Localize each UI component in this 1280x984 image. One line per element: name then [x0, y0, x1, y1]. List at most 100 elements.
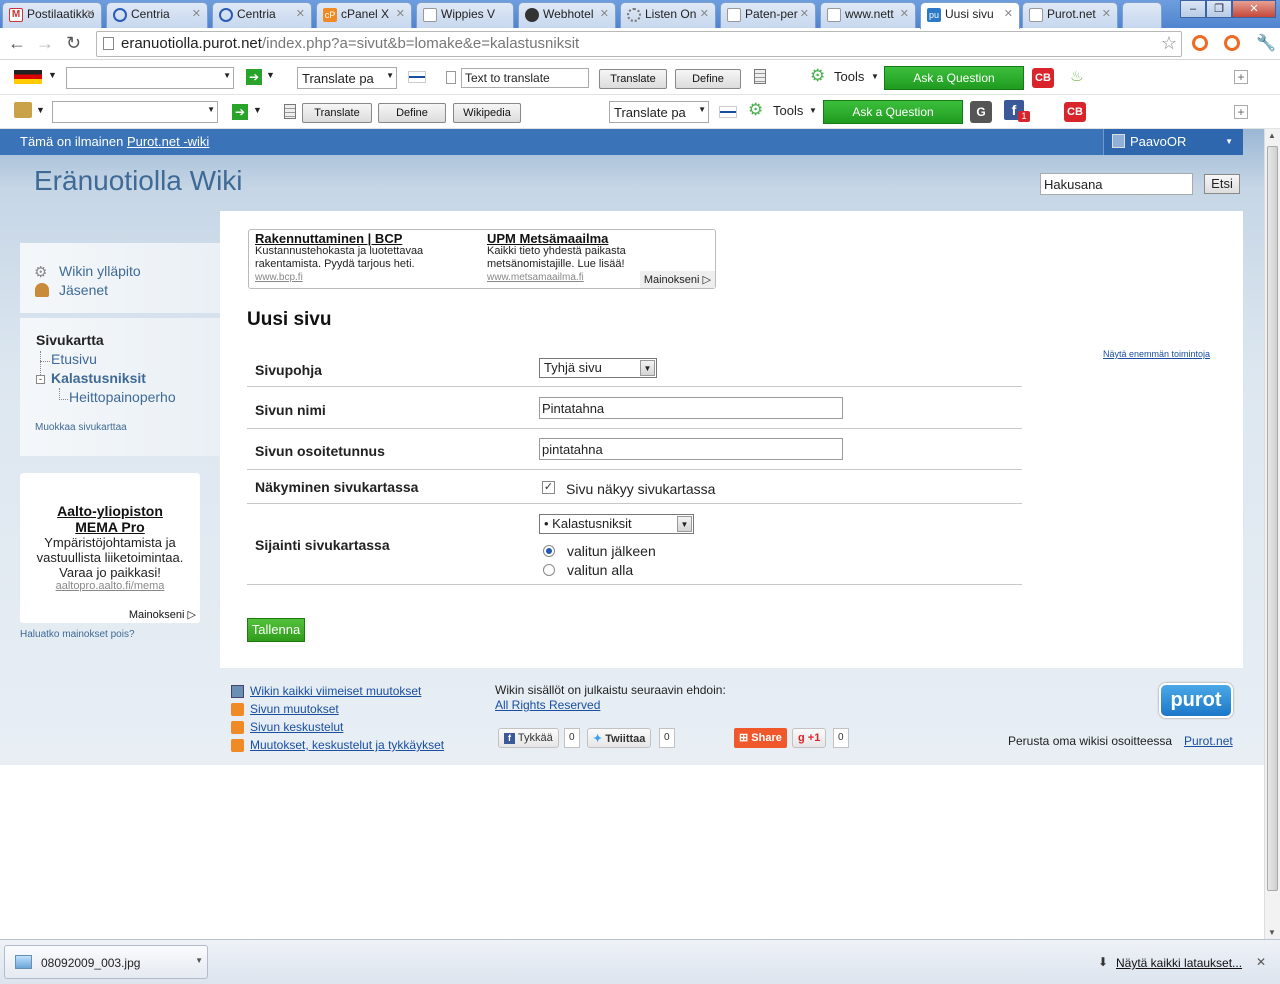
forward-icon[interactable]: →: [36, 33, 54, 54]
collapse-icon[interactable]: -: [36, 375, 45, 384]
chevron-down-icon[interactable]: ▼: [195, 956, 203, 965]
license-link[interactable]: All Rights Reserved: [495, 698, 600, 712]
close-tab-icon[interactable]: ✕: [86, 7, 95, 20]
wiki-title[interactable]: Eränuotiolla Wiki: [34, 165, 243, 197]
facebook-like-button[interactable]: f Tykkää: [498, 728, 559, 748]
translate-button[interactable]: Translate: [599, 69, 667, 89]
radio-after-selected[interactable]: [543, 545, 555, 557]
toolbar-search-input[interactable]: ▼: [66, 67, 234, 89]
changes-likes-link[interactable]: Muutokset, keskustelut ja tykkäykset: [250, 738, 444, 752]
define-button-2[interactable]: Define: [378, 103, 446, 123]
tools-menu-2[interactable]: Tools: [773, 103, 803, 118]
tab-paten[interactable]: Paten-per ✕: [720, 2, 816, 28]
close-window-icon[interactable]: ✕: [1232, 0, 1276, 18]
cb-icon[interactable]: CB: [1032, 68, 1054, 88]
tab-wippies[interactable]: Wippies V: [416, 2, 514, 28]
purot-net-link[interactable]: Purot.net: [1184, 734, 1233, 748]
tab-gmail[interactable]: M Postilaatikko ✕: [2, 2, 102, 28]
tools-menu[interactable]: Tools: [834, 69, 864, 84]
save-button[interactable]: Tallenna: [247, 618, 305, 642]
wrench-icon[interactable]: 🔧: [1256, 33, 1276, 53]
close-icon[interactable]: ✕: [1256, 955, 1266, 969]
chevron-down-icon[interactable]: ▼: [253, 105, 262, 115]
close-tab-icon[interactable]: ✕: [600, 7, 609, 20]
add-icon[interactable]: +: [1234, 105, 1248, 119]
go-icon[interactable]: ➔: [246, 69, 262, 85]
page-slug-input[interactable]: pintatahna: [539, 438, 843, 460]
finnish-flag-icon[interactable]: [408, 71, 426, 83]
finnish-flag-icon[interactable]: [719, 106, 737, 118]
address-input[interactable]: eranuotiolla.purot.net/index.php?a=sivut…: [96, 31, 1182, 57]
chevron-down-icon[interactable]: ▼: [207, 105, 215, 114]
page-changes-link[interactable]: Sivun muutokset: [250, 702, 339, 716]
g-icon[interactable]: G: [970, 101, 992, 123]
ad-title[interactable]: UPM Metsämaailma: [487, 232, 626, 245]
define-button[interactable]: Define: [675, 69, 741, 89]
visibility-checkbox[interactable]: ✓: [542, 481, 555, 494]
gear-icon[interactable]: ⚙: [748, 100, 763, 120]
tab-centria-1[interactable]: Centria ✕: [106, 2, 208, 28]
close-tab-icon[interactable]: ✕: [1102, 7, 1111, 20]
show-all-downloads-link[interactable]: Näytä kaikki lataukset...: [1116, 956, 1242, 970]
sitemap-item-etusivu[interactable]: Etusivu: [51, 351, 97, 367]
add-icon[interactable]: +: [1234, 70, 1248, 84]
tab-purot[interactable]: Purot.net ✕: [1022, 2, 1118, 28]
plusone-button[interactable]: g +1: [792, 728, 827, 748]
scroll-up-icon[interactable]: ▲: [1268, 131, 1276, 140]
tab-uusi-sivu[interactable]: pu Uusi sivu ✕: [920, 2, 1020, 29]
chevron-down-icon[interactable]: ▼: [809, 106, 817, 115]
reload-icon[interactable]: ↻: [66, 33, 81, 54]
download-item[interactable]: 08092009_003.jpg ▼: [4, 945, 208, 979]
bag-icon[interactable]: [14, 102, 32, 118]
tab-cpanel[interactable]: cP cPanel X ✕: [316, 2, 412, 28]
chevron-down-icon[interactable]: ▼: [266, 70, 275, 80]
back-icon[interactable]: ←: [8, 33, 26, 54]
wikipedia-button[interactable]: Wikipedia: [453, 103, 521, 123]
recent-changes-link[interactable]: Wikin kaikki viimeiset muutokset: [250, 684, 421, 698]
purot-wiki-link[interactable]: Purot.net -wiki: [127, 134, 209, 149]
extension-icon[interactable]: [1192, 35, 1208, 51]
ad-title[interactable]: Rakennuttaminen | BCP: [255, 232, 423, 245]
chevron-down-icon[interactable]: ▼: [36, 105, 45, 115]
remove-ads-link[interactable]: Haluatko mainokset pois?: [20, 629, 135, 640]
toolbar-search-input-2[interactable]: ▼: [52, 101, 218, 123]
ask-question-button[interactable]: Ask a Question: [884, 66, 1024, 90]
tab-centria-2[interactable]: Centria ✕: [212, 2, 312, 28]
ask-question-button-2[interactable]: Ask a Question: [823, 100, 963, 124]
page-scrollbar[interactable]: ▲ ▼: [1264, 129, 1280, 939]
scrollbar-thumb[interactable]: [1267, 146, 1278, 891]
translate-language-select-2[interactable]: Translate pa ▼: [609, 101, 709, 123]
visibility-checkbox-label[interactable]: Sivu näkyy sivukartassa: [566, 481, 715, 497]
sidebar-ad[interactable]: Aalto-yliopiston MEMA Pro Ympäristöjohta…: [20, 473, 200, 623]
star-icon[interactable]: ☆: [1161, 33, 1177, 54]
more-actions-link[interactable]: Näytä enemmän toimintoja: [1103, 349, 1210, 359]
purot-logo[interactable]: purot: [1159, 683, 1233, 718]
chevron-down-icon[interactable]: ▼: [48, 70, 57, 80]
search-input[interactable]: Hakusana: [1040, 173, 1193, 195]
calculator-icon[interactable]: [754, 69, 766, 84]
tab-webhotel[interactable]: Webhotel ✕: [518, 2, 616, 28]
calculator-icon[interactable]: [284, 104, 296, 119]
close-tab-icon[interactable]: ✕: [1004, 7, 1013, 20]
close-tab-icon[interactable]: ✕: [192, 7, 201, 20]
user-menu[interactable]: PaavoOR ▼: [1103, 129, 1243, 155]
ad-choices[interactable]: Mainokseni ▷: [639, 271, 715, 288]
gear-icon[interactable]: ⚙: [810, 66, 825, 86]
radio-under-selected[interactable]: [543, 564, 555, 576]
scroll-down-icon[interactable]: ▼: [1268, 928, 1276, 937]
template-select[interactable]: Tyhjä sivu ▼: [539, 358, 657, 378]
cb-icon[interactable]: CB: [1064, 102, 1086, 122]
share-button[interactable]: ⊞ Share: [734, 728, 787, 748]
page-name-input[interactable]: Pintatahna: [539, 397, 843, 419]
page-discussions-link[interactable]: Sivun keskustelut: [250, 720, 343, 734]
close-tab-icon[interactable]: ✕: [900, 7, 909, 20]
close-tab-icon[interactable]: ✕: [296, 7, 305, 20]
radio-after-label[interactable]: valitun jälkeen: [567, 543, 656, 559]
go-icon[interactable]: ➔: [232, 104, 248, 120]
translate-button-2[interactable]: Translate: [302, 103, 372, 123]
wiki-admin-link[interactable]: Wikin ylläpito: [59, 263, 141, 279]
translate-language-select[interactable]: Translate pa ▼: [297, 67, 397, 89]
close-tab-icon[interactable]: ✕: [800, 7, 809, 20]
plugin-icon[interactable]: ♨: [1070, 67, 1083, 85]
top-ad-banner[interactable]: Rakennuttaminen | BCP Kustannustehokasta…: [248, 229, 716, 289]
